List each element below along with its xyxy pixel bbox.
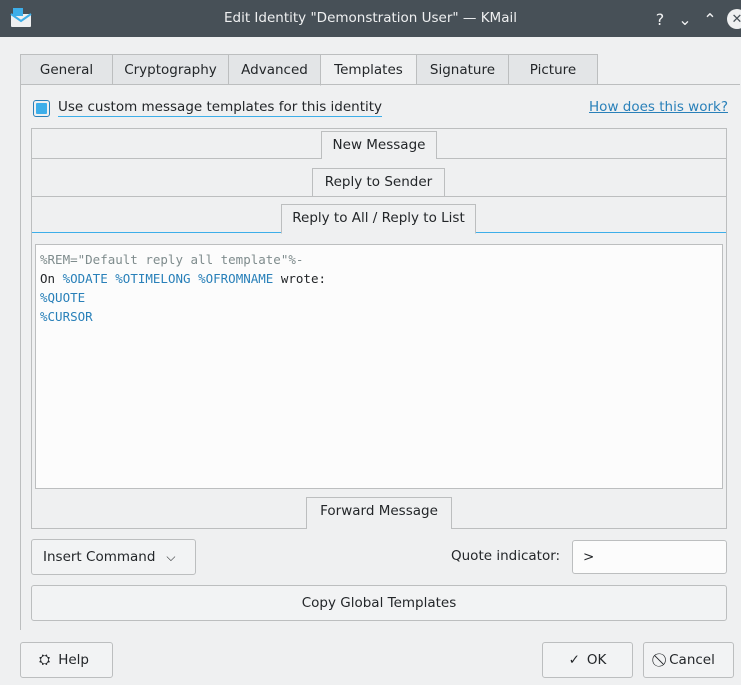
- cancel-button[interactable]: ⃠ Cancel: [643, 642, 734, 678]
- quote-indicator-input[interactable]: >: [572, 540, 727, 574]
- copy-global-templates-button[interactable]: Copy Global Templates: [31, 585, 727, 621]
- help-button[interactable]: ⛭ Help: [20, 642, 113, 678]
- code-rem: %REM="Default reply all template"%-: [40, 252, 304, 267]
- code-line-4: %CURSOR: [40, 307, 718, 326]
- help-icon: ⛭: [39, 652, 51, 668]
- chevron-down-icon: ⌵: [166, 549, 176, 564]
- section-tab-reply-sender[interactable]: Reply to Sender: [312, 168, 445, 196]
- tab-cryptography[interactable]: Cryptography: [112, 54, 228, 85]
- insert-command-dropdown[interactable]: Insert Command ⌵: [31, 539, 196, 575]
- custom-templates-label[interactable]: Use custom message templates for this id…: [58, 99, 383, 117]
- minimize-button[interactable]: ⌄: [674, 10, 696, 29]
- window-title: Edit Identity "Demonstration User" — KMa…: [224, 10, 517, 26]
- how-does-this-work-link[interactable]: How does this work?: [589, 99, 728, 115]
- section-tab-new-message[interactable]: New Message: [321, 131, 437, 159]
- insert-command-label: Insert Command: [43, 549, 156, 565]
- section-tab-forward[interactable]: Forward Message: [306, 497, 452, 529]
- context-help-button[interactable]: ?: [649, 10, 671, 29]
- templates-sections: New Message Reply to Sender Reply to All…: [31, 128, 727, 529]
- ok-button[interactable]: ✓ OK: [542, 642, 633, 678]
- tab-templates[interactable]: Templates: [320, 54, 416, 86]
- custom-templates-checkbox-row[interactable]: Use custom message templates for this id…: [33, 97, 383, 119]
- identity-tab-bar: General Cryptography Advanced Templates …: [20, 54, 598, 86]
- code-ofromname: %OFROMNAME: [198, 271, 274, 286]
- template-editor[interactable]: %REM="Default reply all template"%- On %…: [35, 244, 723, 489]
- code-line-3: %QUOTE: [40, 288, 718, 307]
- tab-advanced[interactable]: Advanced: [228, 54, 320, 85]
- tab-general[interactable]: General: [20, 54, 112, 85]
- section-new-message: New Message: [32, 129, 726, 159]
- section-reply-sender: Reply to Sender: [32, 159, 726, 197]
- title-bar: Edit Identity "Demonstration User" — KMa…: [0, 0, 741, 37]
- code-line-2: On %ODATE %OTIMELONG %OFROMNAME wrote:: [40, 269, 718, 288]
- code-line-1: %REM="Default reply all template"%-: [40, 250, 718, 269]
- ok-label: OK: [586, 652, 607, 668]
- code-wrote: wrote:: [273, 271, 327, 286]
- cancel-label: Cancel: [669, 652, 715, 668]
- code-text: On: [40, 271, 63, 286]
- section-tab-reply-all[interactable]: Reply to All / Reply to List: [281, 204, 476, 234]
- section-forward: Forward Message: [32, 494, 726, 529]
- section-reply-all: Reply to All / Reply to List: [32, 197, 726, 234]
- maximize-button[interactable]: ⌃: [699, 10, 721, 29]
- code-otimelong: %OTIMELONG: [115, 271, 191, 286]
- code-quote: %QUOTE: [40, 290, 86, 305]
- close-button[interactable]: ✕: [727, 9, 741, 29]
- tab-picture[interactable]: Picture: [508, 54, 598, 85]
- code-cursor: %CURSOR: [40, 309, 93, 324]
- check-icon: ✓: [568, 652, 580, 668]
- tab-signature[interactable]: Signature: [416, 54, 508, 85]
- quote-indicator-label: Quote indicator:: [451, 548, 561, 564]
- checkbox-check-icon: [36, 102, 47, 114]
- code-odate: %ODATE: [62, 271, 108, 286]
- help-label: Help: [58, 652, 89, 668]
- custom-templates-checkbox[interactable]: [33, 99, 50, 117]
